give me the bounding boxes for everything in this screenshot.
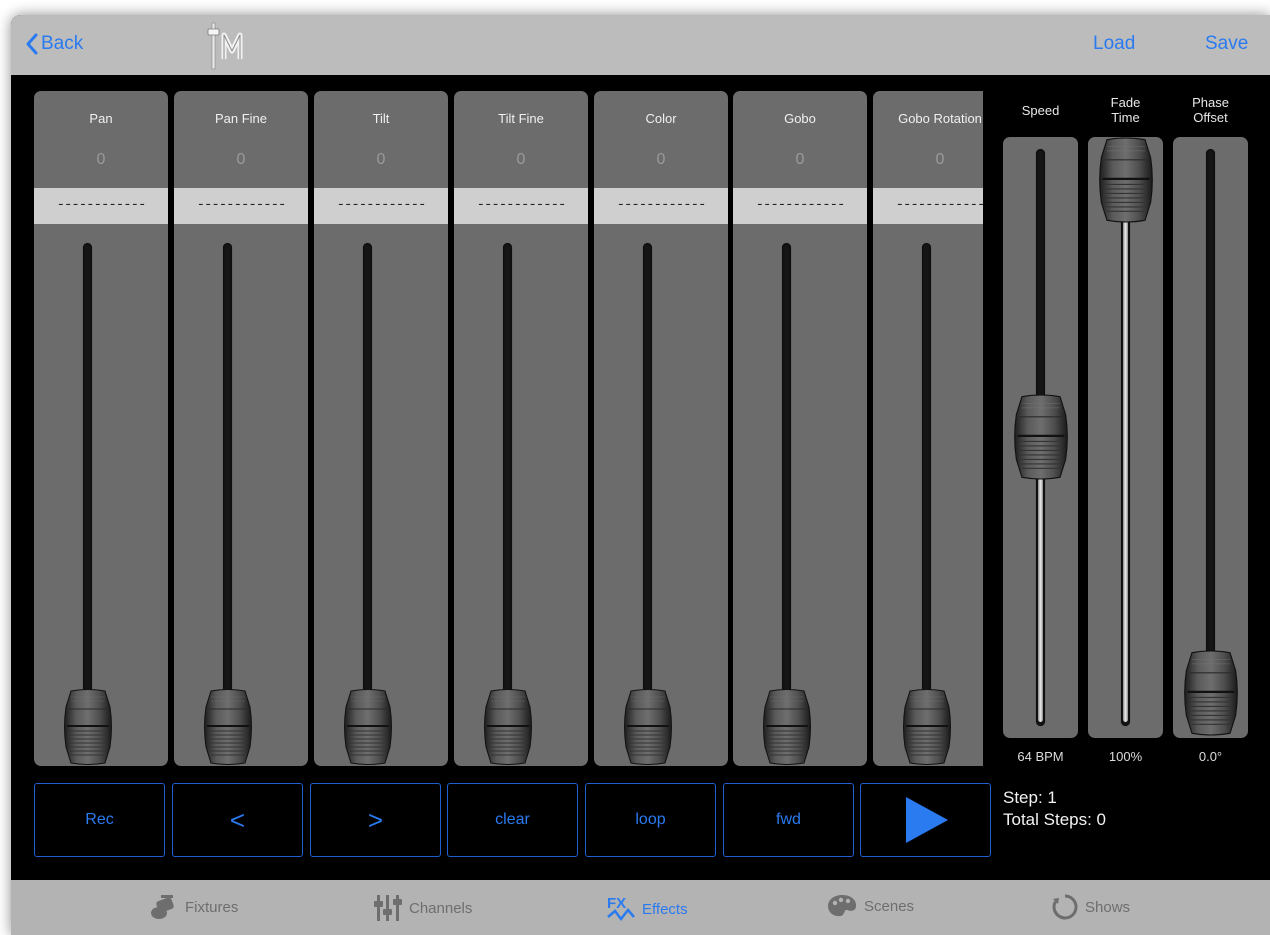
fader-track[interactable] [83, 243, 92, 723]
fader-knob[interactable] [1098, 137, 1154, 223]
tab-shows[interactable]: Shows [1051, 893, 1130, 921]
fade-time-label-line1: Fade [1110, 95, 1141, 110]
step-label: Step: 1 [1003, 788, 1057, 807]
channel-value: 0 [935, 151, 945, 168]
tab-effects-label: Effects [642, 900, 688, 918]
channel-value: 0 [795, 151, 805, 168]
channel-strip: Color 0 ------------ [594, 91, 728, 766]
channel-value-field[interactable]: ------------ [174, 188, 308, 224]
phase-offset-value: 0.0° [1198, 749, 1223, 764]
channel-name: Pan Fine [214, 111, 268, 126]
fader-knob[interactable] [623, 689, 673, 765]
channel-value-field[interactable]: ------------ [314, 188, 448, 224]
channel-name: Gobo [784, 111, 816, 126]
tab-channels-label: Channels [409, 899, 473, 917]
channel-strip: Tilt 0 ------------ [314, 91, 448, 766]
fade-time-label-line2: Time [1111, 110, 1140, 125]
tab-effects[interactable]: FX Effects [606, 893, 688, 925]
channel-name: Tilt [372, 111, 390, 126]
channel-value-field[interactable]: ------------ [733, 188, 867, 224]
play-icon [906, 797, 948, 843]
fader-knob[interactable] [1013, 394, 1069, 480]
fader-knob[interactable] [1183, 650, 1239, 736]
tab-bar: Fixtures Channels FX Effects Scenes Show… [11, 880, 1270, 935]
save-button[interactable]: Save [1205, 33, 1248, 55]
channel-strip: Pan 0 ------------ [34, 91, 168, 766]
channel-value: 0 [656, 151, 666, 168]
scenes-icon [828, 895, 857, 917]
fader-fill [1123, 217, 1128, 722]
app-window: Back Load Save Pan 0 ------------ Pan Fine 0… [11, 15, 1270, 935]
fader-knob[interactable] [762, 689, 812, 765]
speed-value: 64 BPM [1017, 749, 1064, 764]
channel-strips: Pan 0 ------------ Pan Fine 0 ------------ Til… [11, 91, 983, 771]
rec-button[interactable]: Rec [34, 783, 165, 857]
load-button[interactable]: Load [1093, 33, 1135, 55]
app-logo-icon [207, 22, 243, 70]
step-info: Step: 1 Total Steps: 0 [1003, 787, 1106, 831]
fader-track[interactable] [363, 243, 372, 723]
fader-knob[interactable] [203, 689, 253, 765]
tab-scenes-label: Scenes [864, 897, 915, 915]
channel-value: 0 [376, 151, 386, 168]
phase-offset-label-line1: Phase [1192, 95, 1229, 110]
fader-knob[interactable] [343, 689, 393, 765]
phase-offset-label-line2: Offset [1193, 110, 1228, 125]
channel-value: 0 [516, 151, 526, 168]
fixtures-icon [151, 895, 174, 919]
previous-step-button[interactable]: < [172, 783, 303, 857]
tab-shows-label: Shows [1085, 898, 1131, 916]
fade-time-fader[interactable] [1088, 137, 1163, 738]
phase-offset-label: Phase Offset [1173, 95, 1248, 125]
tab-channels[interactable]: Channels [373, 893, 472, 923]
back-label: Back [41, 33, 84, 54]
speed-label: Speed [1021, 103, 1060, 118]
back-button[interactable]: Back [25, 33, 83, 55]
tab-fixtures-label: Fixtures [185, 898, 239, 916]
fader-track[interactable] [922, 243, 931, 723]
channel-name: Tilt Fine [498, 111, 544, 126]
tab-scenes[interactable]: Scenes [826, 893, 914, 919]
channel-value-field[interactable]: ------------ [594, 188, 728, 224]
phase-offset-fader[interactable] [1173, 137, 1248, 738]
navigation-bar: Back Load Save [11, 15, 1270, 75]
channel-value-field[interactable]: ------------ [873, 188, 983, 224]
channel-value: 0 [96, 151, 106, 168]
clear-button[interactable]: clear [447, 783, 578, 857]
channel-strip: Gobo 0 ------------ [733, 91, 867, 766]
next-step-button[interactable]: > [310, 783, 441, 857]
channel-strip: Tilt Fine 0 ------------ [454, 91, 588, 766]
svg-text:FX: FX [607, 895, 626, 912]
channel-strip: Pan Fine 0 ------------ [174, 91, 308, 766]
fader-knob[interactable] [483, 689, 533, 765]
fader-track[interactable] [223, 243, 232, 723]
chevron-left-icon [26, 33, 38, 55]
tab-fixtures[interactable]: Fixtures [149, 893, 238, 921]
channel-name: Gobo Rotation [898, 111, 982, 126]
fade-time-label: Fade Time [1088, 95, 1163, 125]
fader-knob[interactable] [63, 689, 113, 765]
channel-name: Color [645, 111, 677, 126]
fade-time-value: 100% [1108, 749, 1143, 764]
loop-button[interactable]: loop [585, 783, 716, 857]
channel-value-field[interactable]: ------------ [34, 188, 168, 224]
speed-fader[interactable] [1003, 137, 1078, 738]
total-steps-label: Total Steps: 0 [1003, 810, 1107, 829]
channel-name: Pan [89, 111, 113, 126]
fader-track[interactable] [1206, 149, 1215, 726]
fader-fill [1038, 473, 1043, 722]
play-button[interactable] [860, 783, 991, 857]
channel-value-field[interactable]: ------------ [454, 188, 588, 224]
channel-strip: Gobo Rotation 0 ------------ [873, 91, 983, 766]
fader-track[interactable] [643, 243, 652, 723]
shows-icon [1052, 894, 1078, 920]
channel-value: 0 [236, 151, 246, 168]
fader-track[interactable] [782, 243, 791, 723]
fwd-button[interactable]: fwd [723, 783, 854, 857]
channels-icon [374, 895, 402, 921]
fader-knob[interactable] [902, 689, 952, 765]
fader-track[interactable] [503, 243, 512, 723]
effects-icon: FX [607, 895, 635, 922]
